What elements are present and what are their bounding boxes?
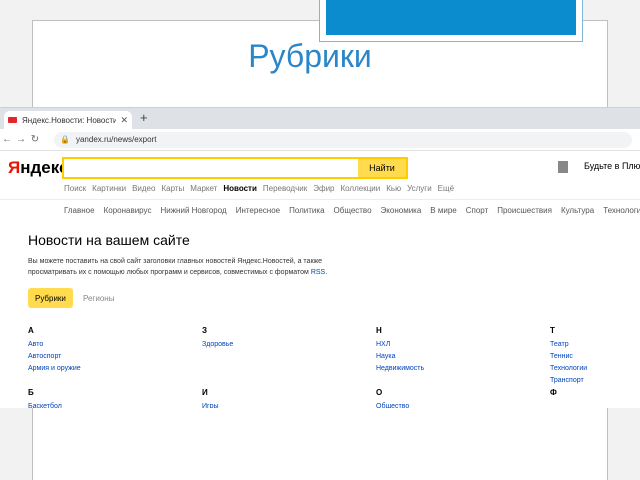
favicon-icon — [8, 117, 17, 123]
rubric-item-link[interactable]: Армия и оружие — [28, 363, 81, 375]
rubric-item-link[interactable]: Баскетбол — [28, 401, 81, 408]
service-link[interactable]: Эфир — [313, 184, 334, 193]
tab-title: Яндекс.Новости: Новости на ва… — [22, 115, 117, 125]
service-link[interactable]: Картинки — [92, 184, 126, 193]
page-title: Новости на вашем сайте — [28, 232, 190, 248]
rubric-column: А Авто Автоспорт Армия и оружие Б Баскетбол — [28, 325, 81, 408]
tab-bar: Яндекс.Новости: Новости на ва… ✕ + — [0, 108, 640, 129]
rubric-item-link[interactable]: НХЛ — [376, 339, 424, 351]
service-link[interactable]: Ещё — [438, 184, 454, 193]
service-link[interactable]: Поиск — [64, 184, 86, 193]
desc-line-2: просматривать их с помощью любых програм… — [28, 269, 309, 276]
yandex-logo[interactable]: Яндекс — [8, 158, 68, 178]
rubric-item-link[interactable]: Наука — [376, 351, 424, 363]
rubric-letter: А — [28, 326, 34, 335]
rubric-column: Т Театр Теннис Технологии Транспорт Ф — [550, 325, 587, 401]
rubric-item-link[interactable]: Транспорт — [550, 375, 587, 387]
bookmark-icon[interactable] — [558, 161, 568, 173]
rubrics-nav: Главное Коронавирус Нижний Новгород Интерес… — [64, 206, 640, 215]
rubric-letter: И — [202, 388, 208, 397]
slide-title: Рубрики — [248, 38, 372, 74]
rubric-item-link[interactable]: Театр — [550, 339, 587, 351]
rubric-item-link[interactable]: Автоспорт — [28, 351, 81, 363]
service-link[interactable]: Карты — [161, 184, 184, 193]
toggle-rubrics[interactable]: Рубрики — [28, 288, 73, 308]
service-link[interactable]: Маркет — [190, 184, 217, 193]
slide-decoration-fill — [326, 0, 576, 35]
url-text: yandex.ru/news/export — [75, 135, 157, 144]
address-bar: ← → ↻ 🔒 yandex.ru/news/export — [0, 129, 640, 151]
rubric-link[interactable]: Нижний Новгород — [160, 206, 226, 215]
rubric-link[interactable]: Коронавирус — [104, 206, 152, 215]
toggle-regions[interactable]: Регионы — [76, 288, 121, 308]
forward-icon[interactable]: → — [14, 134, 28, 145]
rubric-letter: З — [202, 326, 208, 335]
rubric-column: Н НХЛ Наука Недвижимость О Общество — [376, 325, 424, 408]
rubric-letter: Ф — [550, 388, 557, 397]
search-bar: Найти — [62, 157, 408, 179]
rubric-item-link[interactable]: Авто — [28, 339, 81, 351]
rubric-link[interactable]: Главное — [64, 206, 95, 215]
rubric-item-link[interactable]: Технологии — [550, 363, 587, 375]
close-icon[interactable]: ✕ — [120, 115, 128, 126]
service-link[interactable]: Услуги — [407, 184, 432, 193]
rubric-letter: Т — [550, 326, 555, 335]
service-link[interactable]: Коллекции — [340, 184, 380, 193]
logo-first-letter: Я — [8, 158, 21, 177]
services-nav: Поиск Картинки Видео Карты Маркет Новости Пере… — [64, 184, 454, 193]
rubric-item-link[interactable]: Игры — [202, 401, 233, 408]
rubric-link[interactable]: В мире — [430, 206, 456, 215]
rubric-link[interactable]: Интересное — [236, 206, 280, 215]
search-input[interactable] — [64, 159, 358, 177]
page-description: Вы можете поставить на свой сайт заголов… — [28, 258, 328, 276]
service-link[interactable]: Кью — [386, 184, 401, 193]
rubric-link[interactable]: Спорт — [466, 206, 489, 215]
url-field[interactable]: 🔒 yandex.ru/news/export — [54, 131, 632, 148]
rubric-column: ЗЗдоровьеИИгрыИнтернет — [202, 325, 233, 408]
back-icon[interactable]: ← — [0, 134, 14, 145]
rubric-link[interactable]: Общество — [334, 206, 372, 215]
rubric-link[interactable]: Технологии — [603, 206, 640, 215]
lock-icon: 🔒 — [60, 135, 70, 144]
browser-screenshot: Яндекс.Новости: Новости на ва… ✕ + ← → ↻… — [0, 107, 640, 408]
slide-decoration — [319, 0, 583, 42]
rubric-item-link[interactable]: Теннис — [550, 351, 587, 363]
service-link[interactable]: Переводчик — [263, 184, 307, 193]
service-link[interactable]: Новости — [223, 184, 257, 193]
rubric-item-link[interactable]: Здоровье — [202, 339, 233, 351]
rubric-letter: Н — [376, 326, 382, 335]
browser-tab[interactable]: Яндекс.Новости: Новости на ва… ✕ — [4, 111, 132, 129]
rubric-item-link[interactable]: Недвижимость — [376, 363, 424, 375]
rubric-link[interactable]: Политика — [289, 206, 324, 215]
service-link[interactable]: Видео — [132, 184, 155, 193]
plus-link[interactable]: Будьте в Плюс — [584, 161, 640, 171]
rubric-link[interactable]: Культура — [561, 206, 594, 215]
search-button[interactable]: Найти — [358, 159, 406, 177]
reload-icon[interactable]: ↻ — [28, 134, 42, 145]
rubric-link[interactable]: Экономика — [381, 206, 422, 215]
rubric-letter: Б — [28, 388, 34, 397]
rubric-letter: О — [376, 388, 383, 397]
header-divider — [0, 199, 640, 200]
rubric-item-link[interactable]: Общество — [376, 401, 424, 408]
new-tab-icon[interactable]: + — [140, 110, 148, 125]
desc-line-1: Вы можете поставить на свой сайт заголов… — [28, 258, 323, 265]
rss-link[interactable]: RSS — [311, 269, 325, 276]
rubric-link[interactable]: Происшествия — [497, 206, 552, 215]
